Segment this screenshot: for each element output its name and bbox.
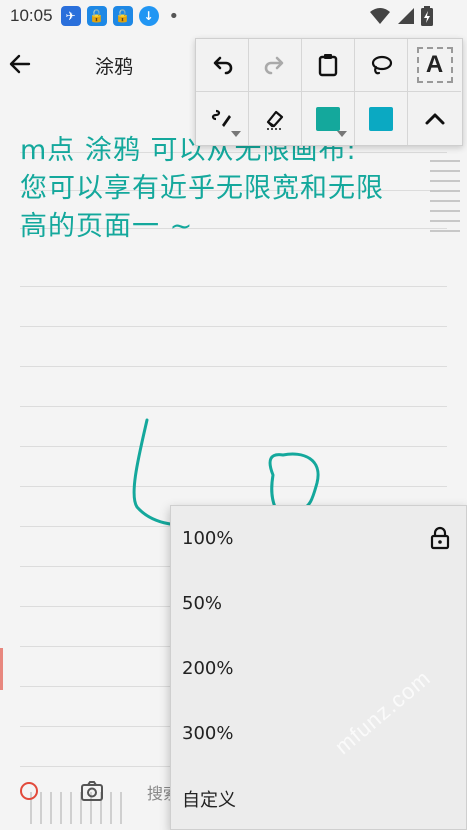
zoom-option-label: 自定义	[182, 789, 236, 811]
clipboard-icon	[318, 54, 338, 77]
arrow-left-icon	[9, 54, 31, 74]
record-button[interactable]	[20, 782, 38, 800]
status-time: 10:05	[10, 6, 53, 25]
cellular-icon	[398, 8, 414, 24]
scroll-tick	[430, 180, 460, 182]
page-scroll-indicator[interactable]	[430, 160, 460, 240]
scroll-tick	[430, 190, 460, 192]
ruled-line	[20, 406, 447, 407]
ruler-tick	[50, 792, 52, 824]
ruled-line	[20, 326, 447, 327]
zoom-option-200[interactable]: 200%	[171, 636, 467, 701]
zoom-option-label: 50%	[182, 593, 223, 614]
lock-icon[interactable]	[430, 526, 450, 550]
ruler-tick	[70, 792, 72, 824]
color-picker-icon	[316, 106, 340, 131]
ruler-tick	[110, 792, 112, 824]
zoom-option-300[interactable]: 300%	[171, 701, 467, 766]
download-icon: ↓	[138, 6, 159, 26]
ruler-tick	[40, 792, 42, 824]
scroll-tick	[430, 230, 460, 232]
drawing-toolbar: A	[195, 38, 463, 146]
collapse-up-icon	[425, 113, 444, 124]
color-swatch-button[interactable]	[355, 92, 408, 145]
feishu-icon: ✈	[60, 6, 81, 26]
text-tool-button[interactable]: A	[408, 39, 461, 92]
collapse-toolbar-button[interactable]	[408, 92, 461, 145]
wifi-icon	[370, 8, 390, 24]
page-edge-marker	[0, 648, 3, 690]
ruler-tick	[60, 792, 62, 824]
scroll-tick	[430, 210, 460, 212]
eraser-button[interactable]	[249, 92, 302, 145]
zoom-option-label: 100%	[182, 528, 234, 549]
undo-icon	[213, 56, 233, 75]
scroll-tick	[430, 200, 460, 202]
app-bar: 涂鸦	[0, 36, 200, 96]
handwriting-line-3: 高的页面一 ~	[20, 211, 194, 242]
lasso-icon	[371, 55, 393, 75]
pen-style-button[interactable]	[196, 92, 249, 145]
lock-app-icon: 🔓	[86, 6, 107, 26]
undo-button[interactable]	[196, 39, 249, 92]
paste-button[interactable]	[302, 39, 355, 92]
handwriting-line-2: 您可以享有近乎无限宽和无限	[20, 173, 384, 204]
zoom-menu: 100% 50% 200% 300% 自定义	[170, 505, 467, 830]
eraser-icon	[266, 110, 284, 130]
camera-icon[interactable]	[80, 779, 104, 803]
status-bar: 10:05 ✈ 🔓 🔓 ↓ •	[0, 0, 467, 32]
lock-app-icon: 🔓	[112, 6, 133, 26]
ruled-line	[20, 286, 447, 287]
ruler-tick	[120, 792, 122, 824]
color-swatch-icon	[369, 106, 393, 131]
scroll-tick	[430, 160, 460, 162]
color-picker-button[interactable]	[302, 92, 355, 145]
redo-icon	[264, 56, 284, 75]
lasso-select-button[interactable]	[355, 39, 408, 92]
zoom-option-label: 300%	[182, 723, 234, 744]
scroll-tick	[430, 170, 460, 172]
zoom-option-50[interactable]: 50%	[171, 571, 467, 636]
pen-style-icon	[211, 109, 231, 127]
zoom-option-100[interactable]: 100%	[171, 506, 467, 571]
redo-button[interactable]	[249, 39, 302, 92]
page-title: 涂鸦	[95, 56, 134, 78]
back-button[interactable]	[4, 48, 36, 80]
ruled-line	[20, 366, 447, 367]
zoom-option-custom[interactable]: 自定义	[171, 766, 467, 830]
scroll-tick	[430, 220, 460, 222]
caret-down-icon	[337, 131, 347, 137]
battery-icon	[421, 6, 433, 26]
handwritten-text: m点 涂鸦 可以从无限画布: 您可以享有近乎无限宽和无限 高的页面一 ~	[20, 132, 430, 246]
caret-down-icon	[231, 131, 241, 137]
text-box-icon: A	[416, 47, 453, 83]
more-notifications-icon: •	[168, 5, 180, 27]
zoom-option-label: 200%	[182, 658, 234, 679]
